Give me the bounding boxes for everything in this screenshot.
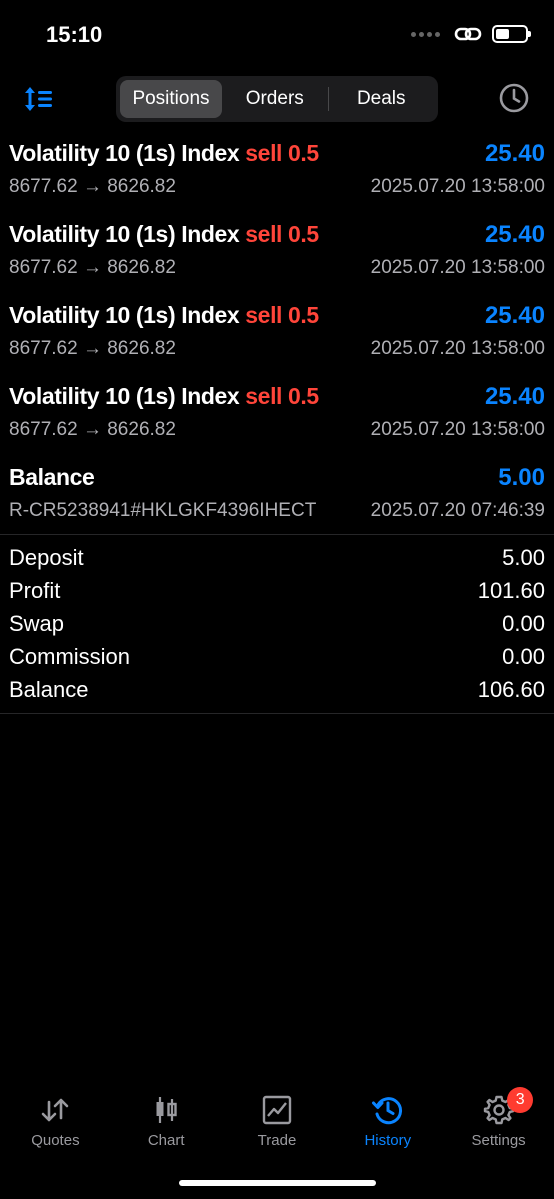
status-bar: 15:10: [0, 0, 554, 70]
deal-datetime: 2025.07.20 13:58:00: [370, 338, 545, 359]
deal-datetime: 2025.07.20 13:58:00: [370, 257, 545, 278]
chart-icon: [156, 1097, 177, 1123]
tab-history[interactable]: History: [332, 1085, 443, 1155]
tab-bar: Quotes Chart Trade History Settings 3: [0, 1085, 554, 1155]
summary-label: Commission: [9, 644, 131, 669]
tab-quotes[interactable]: Quotes: [0, 1085, 111, 1155]
tab-deals[interactable]: Deals: [329, 80, 435, 118]
summary-label: Swap: [9, 611, 65, 636]
summary-value: 101.60: [477, 578, 545, 603]
deal-symbol: Volatility 10 (1s) Index: [9, 302, 240, 328]
deal-datetime: 2025.07.20 13:58:00: [370, 176, 545, 197]
quotes-icon: [42, 1098, 69, 1122]
tab-label: Settings: [471, 1132, 526, 1149]
summary-value: 106.60: [477, 677, 545, 702]
summary-table: Deposit 5.00 Profit 101.60 Swap 0.00 Com…: [0, 543, 554, 708]
deal-prices: 8677.62 → 8626.82: [9, 419, 176, 440]
deal-symbol: Volatility 10 (1s) Index: [9, 221, 240, 247]
tab-label: Quotes: [31, 1132, 80, 1149]
clock-icon[interactable]: [498, 82, 530, 114]
deal-side: sell 0.5: [245, 221, 319, 247]
summary-row-balance: Balance 106.60: [0, 675, 554, 708]
deal-side: sell 0.5: [245, 302, 319, 328]
deal-prices: 8677.62 → 8626.82: [9, 257, 176, 278]
deal-profit: 25.40: [484, 140, 545, 167]
deal-profit: 25.40: [484, 221, 545, 248]
sort-icon[interactable]: [22, 84, 56, 114]
tab-orders[interactable]: Orders: [222, 80, 328, 118]
summary-row-commission: Commission 0.00: [0, 642, 554, 675]
deal-profit: 25.40: [484, 302, 545, 329]
deal-prices: 8677.62 → 8626.82: [9, 338, 176, 359]
tab-label: Trade: [257, 1132, 297, 1149]
deal-symbol: Volatility 10 (1s) Index: [9, 383, 240, 409]
history-toolbar: Positions Orders Deals: [0, 72, 554, 126]
segmented-control: Positions Orders Deals: [116, 76, 438, 122]
deal-side: sell 0.5: [245, 140, 319, 166]
tab-settings[interactable]: Settings 3: [443, 1085, 554, 1155]
settings-badge: 3: [507, 1087, 534, 1113]
history-icon: [371, 1097, 402, 1125]
deal-row[interactable]: Volatility 10 (1s) Index sell 0.5 25.40 …: [0, 136, 554, 217]
link-icon: [454, 27, 482, 41]
summary-label: Balance: [9, 677, 89, 702]
status-time: 15:10: [46, 22, 103, 47]
divider: [0, 713, 554, 714]
deal-row[interactable]: Volatility 10 (1s) Index sell 0.5 25.40 …: [0, 379, 554, 460]
summary-row-swap: Swap 0.00: [0, 609, 554, 642]
home-indicator: [179, 1180, 376, 1186]
deal-datetime: 2025.07.20 07:46:39: [370, 500, 545, 521]
summary-value: 5.00: [502, 545, 545, 570]
balance-row[interactable]: Balance 5.00 R-CR5238941#HKLGKF4396IHECT…: [0, 460, 554, 541]
deal-symbol: Volatility 10 (1s) Index: [9, 140, 240, 166]
summary-value: 0.00: [502, 644, 545, 669]
deal-profit: 25.40: [484, 383, 545, 410]
status-indicators: [411, 24, 531, 44]
deal-comment: R-CR5238941#HKLGKF4396IHECT: [9, 500, 317, 521]
deal-datetime: 2025.07.20 13:58:00: [370, 419, 545, 440]
battery-icon: [492, 25, 531, 43]
tab-label: Chart: [147, 1132, 185, 1149]
deal-row[interactable]: Volatility 10 (1s) Index sell 0.5 25.40 …: [0, 298, 554, 379]
deal-side: sell 0.5: [245, 383, 319, 409]
history-screen: 15:10 Positions Orders Deals Volatility …: [0, 0, 554, 1199]
tab-positions[interactable]: Positions: [120, 80, 222, 118]
summary-row-deposit: Deposit 5.00: [0, 543, 554, 576]
tab-trade[interactable]: Trade: [222, 1085, 333, 1155]
tab-label: History: [364, 1132, 412, 1149]
trade-icon: [262, 1095, 292, 1125]
summary-label: Deposit: [9, 545, 84, 570]
divider: [0, 534, 554, 535]
deal-prices: 8677.62 → 8626.82: [9, 176, 176, 197]
summary-label: Profit: [9, 578, 61, 603]
deal-symbol: Balance: [9, 464, 95, 490]
deal-profit: 5.00: [498, 464, 545, 491]
summary-row-profit: Profit 101.60: [0, 576, 554, 609]
summary-value: 0.00: [502, 611, 545, 636]
signal-icon: [411, 31, 440, 37]
deals-list: Volatility 10 (1s) Index sell 0.5 25.40 …: [0, 136, 554, 541]
deal-row[interactable]: Volatility 10 (1s) Index sell 0.5 25.40 …: [0, 217, 554, 298]
tab-chart[interactable]: Chart: [111, 1085, 222, 1155]
